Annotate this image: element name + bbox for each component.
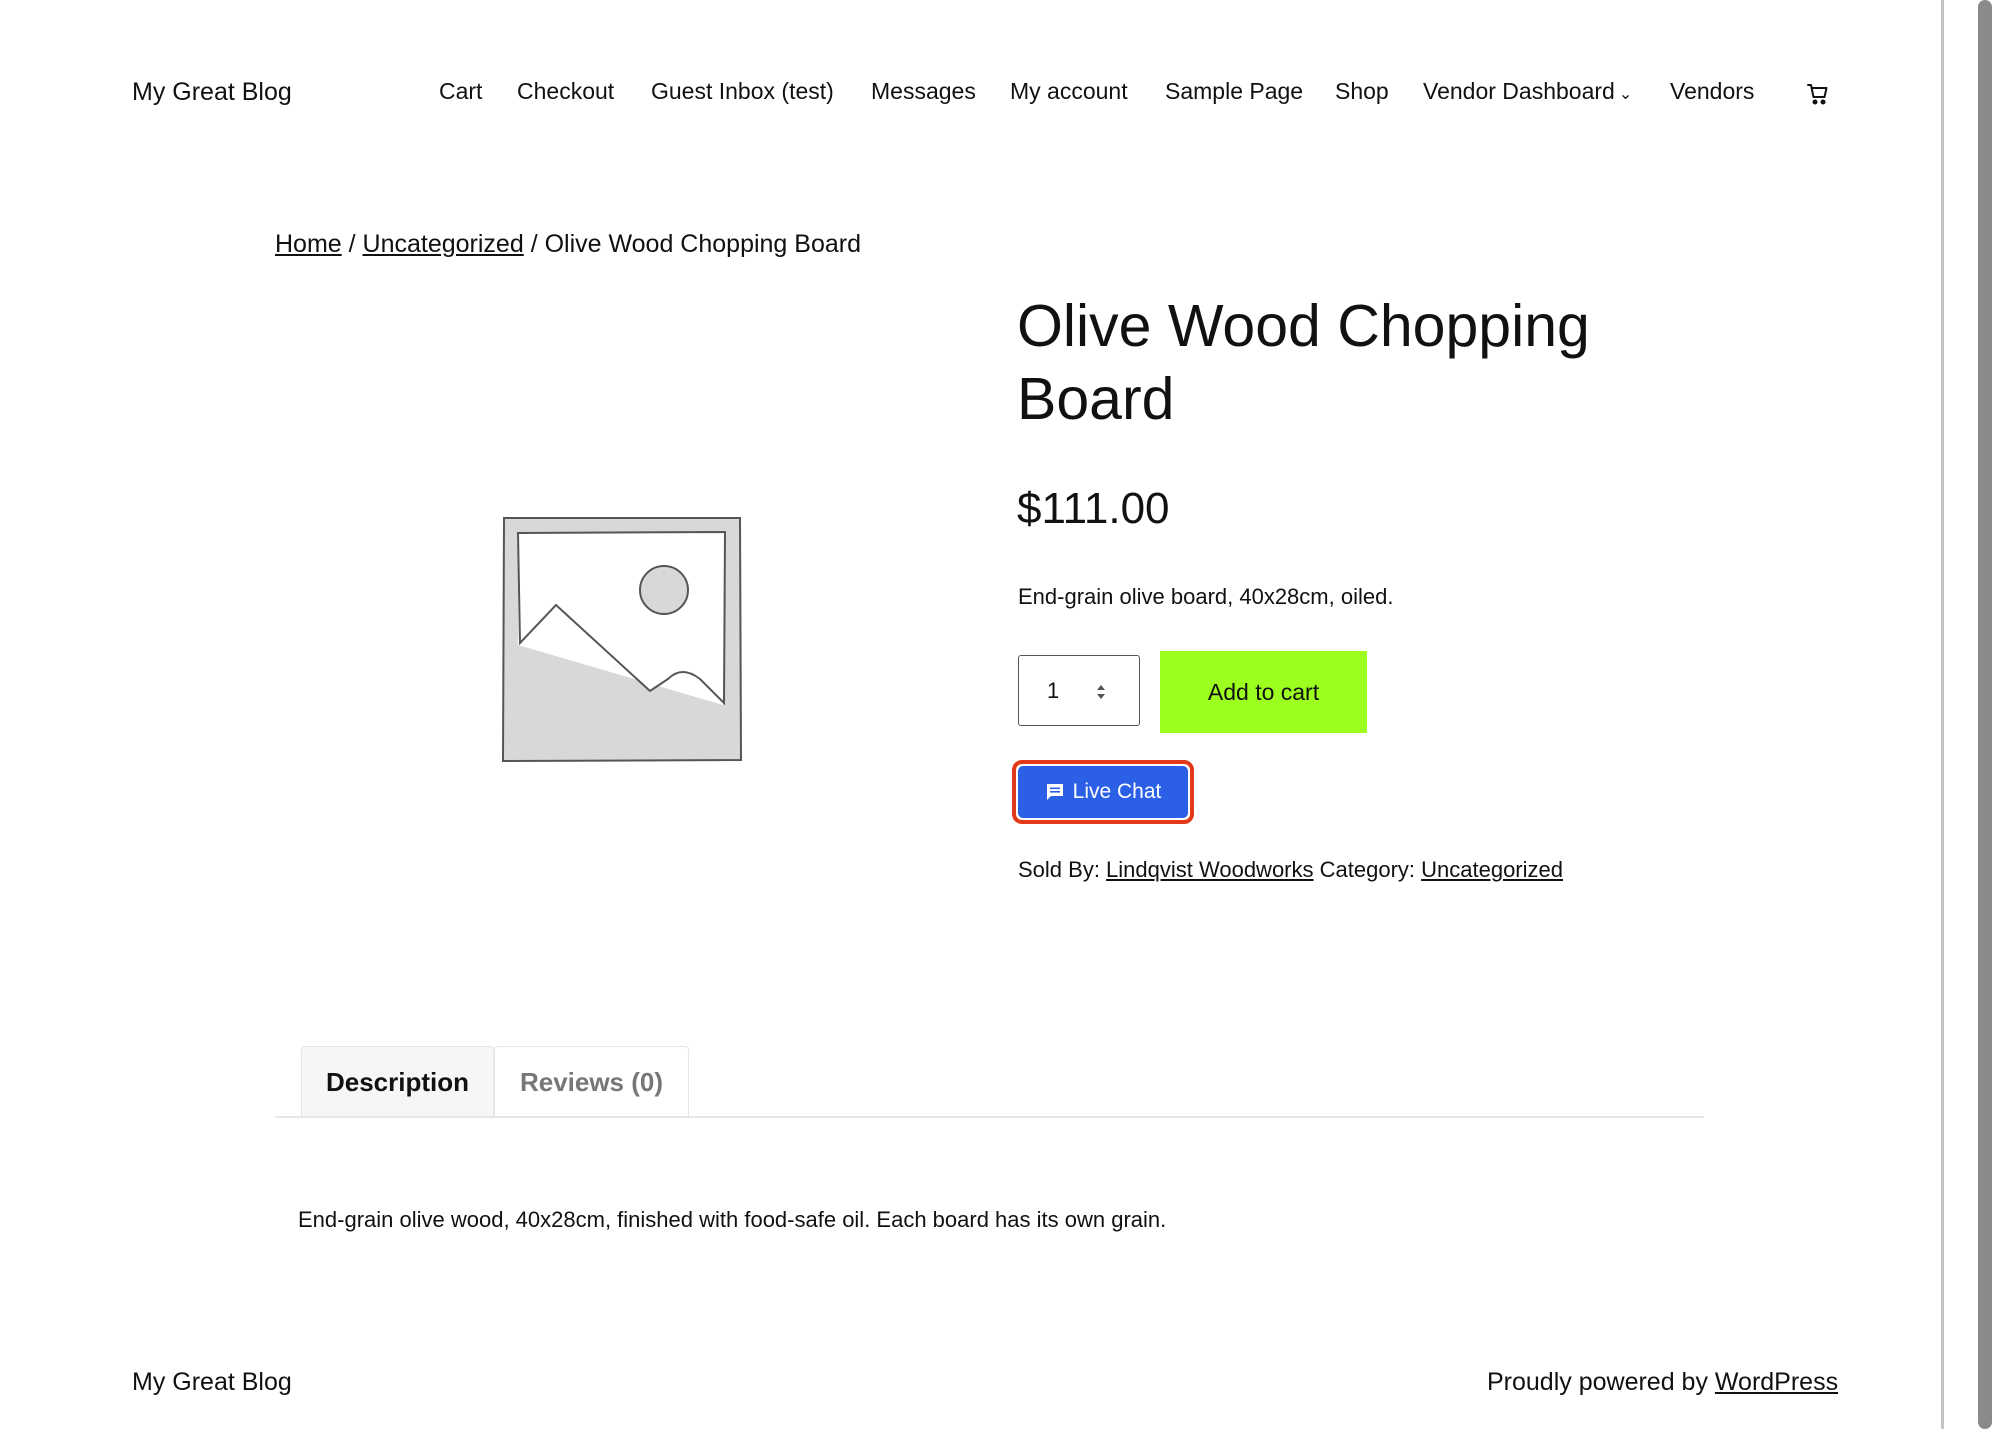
sold-by-label: Sold By: [1018,857,1107,882]
nav-item-my-account[interactable]: My account [1010,78,1128,105]
breadcrumb-current: Olive Wood Chopping Board [544,230,861,258]
live-chat-label: Live Chat [1072,780,1162,803]
nav-item-vendors[interactable]: Vendors [1670,78,1754,105]
wordpress-link[interactable]: WordPress [1715,1368,1838,1396]
footer-credit-text: Proudly powered by [1487,1368,1715,1396]
tab-description[interactable]: Description [301,1046,494,1118]
image-placeholder-icon[interactable] [500,515,745,763]
category-label: Category: [1313,857,1422,882]
product-price: $111.00 [1017,484,1170,533]
nav-item-messages[interactable]: Messages [871,78,976,105]
main-nav: Cart Checkout Guest Inbox (test) Message… [0,78,2000,114]
footer-credit: Proudly powered by WordPress [1487,1368,1838,1397]
breadcrumb-home[interactable]: Home [275,230,342,258]
quantity-stepper[interactable]: 1 [1018,655,1140,726]
quantity-value: 1 [1047,678,1060,703]
tab-reviews[interactable]: Reviews (0) [494,1046,689,1118]
breadcrumb: Home / Uncategorized / Olive Wood Choppi… [275,230,861,259]
nav-item-vendor-dashboard-label: Vendor Dashboard [1423,78,1615,104]
nav-item-cart[interactable]: Cart [439,78,482,105]
nav-item-vendor-dashboard[interactable]: Vendor Dashboard ⌄ [1423,78,1632,105]
product-title: Olive Wood Chopping Board [1017,293,1590,432]
category-link[interactable]: Uncategorized [1421,857,1563,882]
product-meta: Sold By: Lindqvist Woodworks Category: U… [1018,857,1563,883]
cart-icon[interactable] [1806,82,1830,106]
live-chat-button[interactable]: Live Chat [1018,766,1188,818]
breadcrumb-separator: / [341,230,363,258]
stepper-arrows-icon[interactable] [1093,680,1109,704]
nav-item-guest-inbox[interactable]: Guest Inbox (test) [651,78,834,105]
breadcrumb-category[interactable]: Uncategorized [363,230,524,258]
nav-item-checkout[interactable]: Checkout [517,78,614,105]
nav-item-sample-page[interactable]: Sample Page [1165,78,1303,105]
add-to-cart-button[interactable]: Add to cart [1160,651,1367,733]
breadcrumb-separator: / [523,230,545,258]
vendor-link[interactable]: Lindqvist Woodworks [1106,857,1313,882]
window-divider [1941,0,1944,1429]
tabs-divider [275,1116,1704,1118]
chevron-down-icon: ⌄ [1618,86,1633,103]
nav-item-shop[interactable]: Shop [1335,78,1389,105]
product-description: End-grain olive wood, 40x28cm, finished … [298,1207,1167,1232]
scrollbar-thumb[interactable] [1978,0,1992,1429]
product-short-description: End-grain olive board, 40x28cm, oiled. [1018,584,1394,609]
footer-site-title[interactable]: My Great Blog [132,1368,292,1397]
chat-bubble-icon [1046,784,1063,800]
